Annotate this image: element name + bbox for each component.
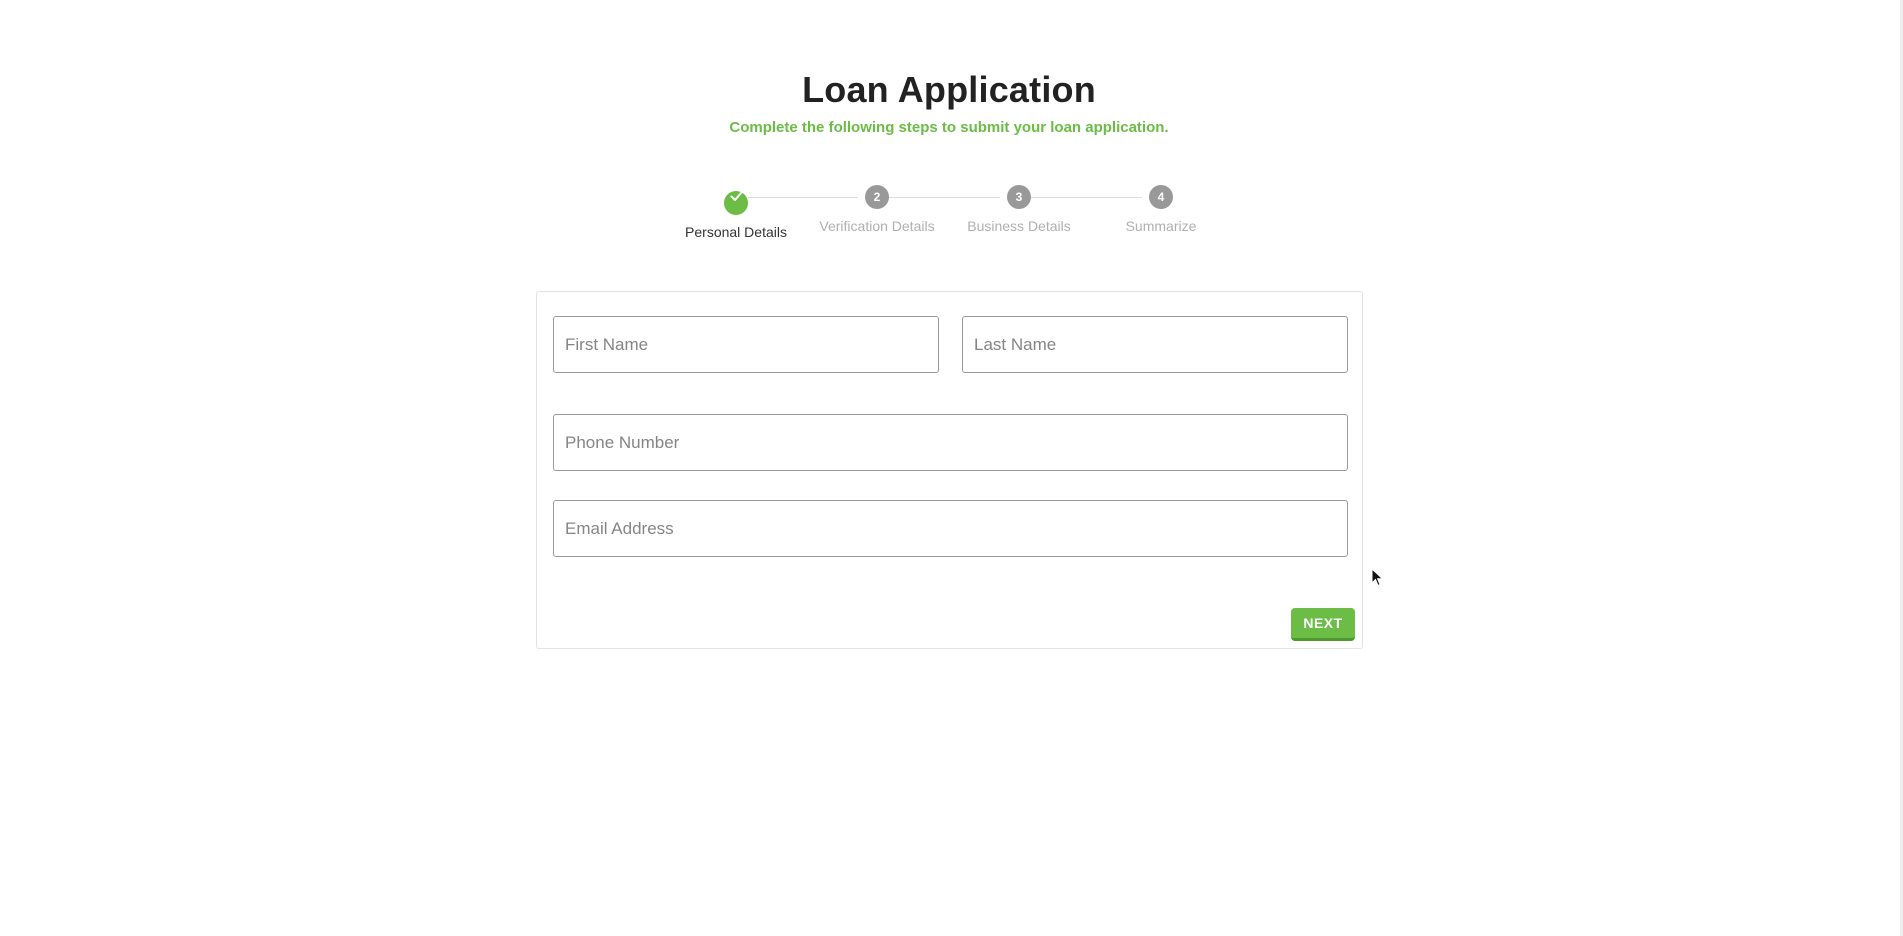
step-circle-completed bbox=[724, 191, 748, 215]
first-name-input[interactable] bbox=[554, 317, 938, 372]
email-address-field bbox=[553, 500, 1348, 557]
step-label: Personal Details bbox=[685, 224, 787, 240]
step-label: Verification Details bbox=[819, 218, 935, 234]
step-personal-details[interactable]: Personal Details bbox=[666, 185, 806, 240]
page-title: Loan Application bbox=[802, 69, 1096, 110]
step-business-details[interactable]: 3 Business Details bbox=[949, 185, 1089, 234]
step-number: 2 bbox=[865, 185, 889, 209]
email-address-input[interactable] bbox=[554, 501, 1347, 556]
personal-details-form: NEXT bbox=[536, 291, 1363, 649]
step-number: 4 bbox=[1149, 185, 1173, 209]
step-number: 3 bbox=[1007, 185, 1031, 209]
phone-number-field bbox=[553, 414, 1348, 471]
step-label: Summarize bbox=[1125, 218, 1197, 234]
next-button[interactable]: NEXT bbox=[1291, 608, 1355, 641]
first-name-field bbox=[553, 316, 939, 373]
last-name-input[interactable] bbox=[963, 317, 1347, 372]
page-subtitle: Complete the following steps to submit y… bbox=[729, 119, 1169, 136]
last-name-field bbox=[962, 316, 1348, 373]
phone-number-input[interactable] bbox=[554, 415, 1347, 470]
mouse-cursor-icon bbox=[1371, 568, 1384, 587]
step-verification-details[interactable]: 2 Verification Details bbox=[807, 185, 947, 234]
check-icon bbox=[730, 191, 742, 201]
stepper: Personal Details 2 Verification Details … bbox=[681, 185, 1247, 245]
page: Loan Application Complete the following … bbox=[0, 0, 1903, 936]
step-label: Business Details bbox=[967, 218, 1071, 234]
step-summarize[interactable]: 4 Summarize bbox=[1091, 185, 1231, 234]
